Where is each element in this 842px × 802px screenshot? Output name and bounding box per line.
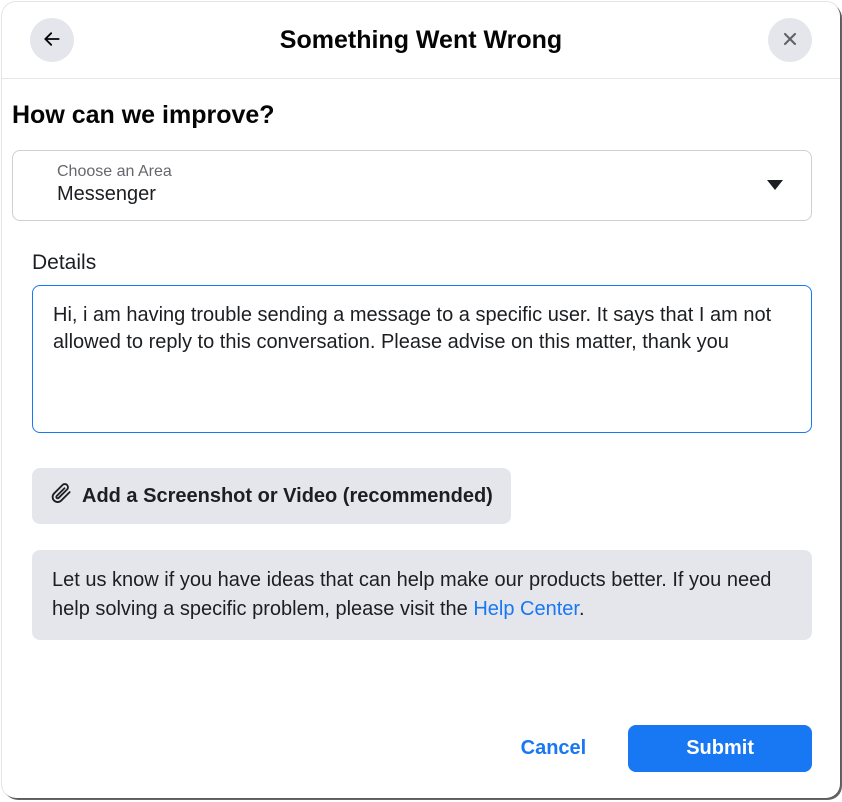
close-button[interactable] [768, 18, 812, 62]
add-attachment-button[interactable]: Add a Screenshot or Video (recommended) [32, 468, 511, 524]
submit-button[interactable]: Submit [628, 725, 812, 772]
info-box: Let us know if you have ideas that can h… [32, 550, 812, 640]
area-select-value: Messenger [57, 183, 793, 206]
add-attachment-label: Add a Screenshot or Video (recommended) [82, 485, 493, 508]
details-label: Details [12, 251, 812, 275]
close-icon [780, 29, 800, 52]
modal-title: Something Went Wrong [280, 26, 562, 55]
subheading: How can we improve? [12, 101, 812, 130]
arrow-left-icon [42, 29, 62, 52]
caret-down-icon [767, 177, 783, 195]
cancel-button[interactable]: Cancel [493, 725, 615, 772]
details-textarea[interactable] [32, 285, 812, 433]
back-button[interactable] [30, 18, 74, 62]
paperclip-icon [50, 482, 72, 510]
modal-header: Something Went Wrong [2, 2, 840, 79]
feedback-modal: Something Went Wrong How can we improve?… [2, 2, 840, 798]
modal-footer: Cancel Submit [2, 725, 840, 798]
area-select-label: Choose an Area [57, 163, 793, 181]
modal-body: How can we improve? Choose an Area Messe… [2, 79, 840, 703]
info-text-pre: Let us know if you have ideas that can h… [52, 569, 771, 620]
area-select[interactable]: Choose an Area Messenger [12, 150, 812, 221]
help-center-link[interactable]: Help Center [473, 598, 579, 620]
info-text-post: . [579, 598, 585, 620]
